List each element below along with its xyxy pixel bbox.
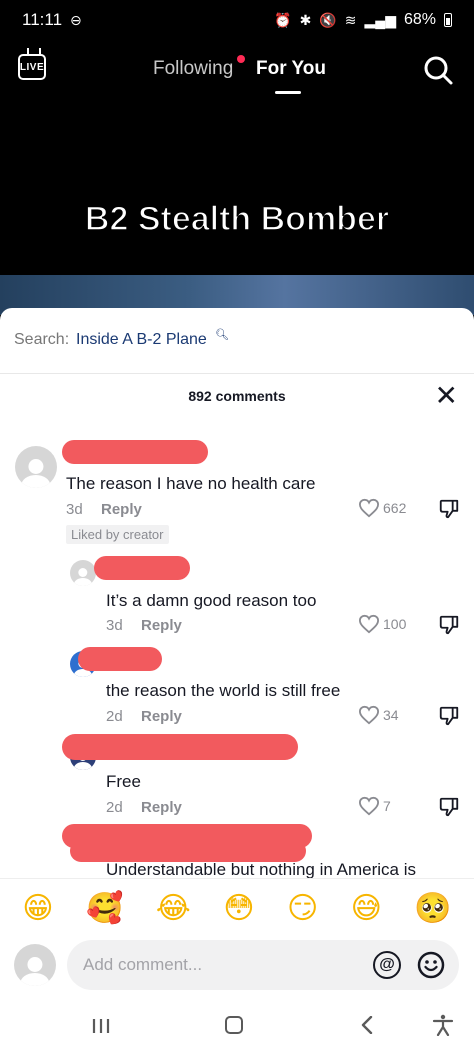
search-suggestion[interactable]: Search: Inside A B-2 Plane 🔍︎ (0, 308, 474, 374)
heart-icon (358, 498, 380, 518)
top-nav: LIVE Following For You (0, 40, 474, 100)
home-icon[interactable] (225, 1016, 243, 1034)
comment-text: the reason the world is still free (106, 681, 341, 700)
comment-text: It’s a damn good reason too (106, 591, 317, 610)
redacted-username (62, 734, 298, 760)
like-count: 7 (383, 798, 391, 814)
like-button[interactable]: 34 (358, 705, 399, 725)
mute-icon: 🔇 (319, 11, 337, 28)
alarm-icon: ⏰ (274, 11, 292, 28)
sync-icon: ⊖ (70, 11, 82, 28)
comment-age: 3d (106, 617, 123, 634)
emoji-quick-bar: 😁 🥰 😂 😳 😏 😅 🥺 (0, 878, 474, 938)
comment-text: The reason I have no health care (66, 474, 316, 493)
liked-by-creator-badge: Liked by creator (66, 525, 169, 544)
avatar[interactable] (14, 944, 56, 986)
dislike-icon[interactable] (438, 796, 460, 818)
avatar[interactable] (70, 560, 96, 586)
mention-icon[interactable]: @ (373, 951, 401, 979)
live-icon[interactable]: LIVE (18, 54, 46, 80)
reply-button[interactable]: Reply (101, 501, 142, 518)
emoji-sweat-smile-icon[interactable]: 😅 (351, 893, 382, 924)
heart-icon (358, 796, 380, 816)
comment-text: Free (106, 772, 141, 791)
comment-age: 2d (106, 799, 123, 816)
search-prefix: Search: (14, 331, 70, 348)
accessibility-icon[interactable] (432, 1014, 454, 1036)
reply-button[interactable]: Reply (141, 799, 182, 816)
like-button[interactable]: 100 (358, 614, 406, 634)
bluetooth-icon: ✱ (299, 11, 312, 28)
reply-button[interactable]: Reply (141, 617, 182, 634)
add-comment-input[interactable]: Add comment... @ (67, 940, 459, 990)
redacted-username (78, 647, 162, 671)
emoji-hearts-icon[interactable]: 🥰 (86, 893, 123, 924)
video-title-overlay: B2 Stealth Bomber (84, 199, 390, 239)
comment-item: Understandable but nothing in America is (0, 820, 474, 878)
redacted-username (94, 556, 190, 580)
dislike-icon[interactable] (438, 614, 460, 636)
heart-icon (358, 614, 380, 634)
like-button[interactable]: 662 (358, 498, 406, 518)
close-icon[interactable]: ✕ (435, 382, 458, 410)
dislike-icon[interactable] (438, 705, 460, 727)
emoji-grin-icon[interactable]: 😁 (22, 893, 53, 924)
redacted-username (62, 440, 208, 464)
dislike-icon[interactable] (438, 498, 460, 520)
live-label: LIVE (19, 61, 45, 73)
tab-for-you[interactable]: For You (256, 58, 326, 80)
back-icon[interactable] (360, 1016, 374, 1034)
emoji-joy-icon[interactable]: 😂 (156, 893, 191, 924)
avatar[interactable] (15, 446, 57, 488)
like-count: 34 (383, 707, 399, 723)
active-tab-indicator (275, 91, 301, 94)
emoji-picker-icon[interactable] (417, 951, 445, 979)
battery-percent: 68% (403, 11, 436, 28)
status-time: 11:11 (22, 10, 63, 29)
emoji-smirk-icon[interactable]: 😏 (287, 893, 318, 924)
comments-count: 892 comments (188, 388, 286, 404)
comment-age: 3d (66, 501, 83, 518)
wifi-icon: ≋ (344, 11, 357, 28)
comment-age: 2d (106, 708, 123, 725)
comment-text: Understandable but nothing in America is (106, 860, 416, 878)
like-count: 100 (383, 616, 407, 632)
search-term-link[interactable]: Inside A B-2 Plane (76, 331, 207, 349)
status-bar: 11:11 ⊖ ⏰ ✱ 🔇 ≋ ▂▄▆ 68% (0, 0, 474, 40)
add-comment-row: Add comment... @ (0, 938, 474, 998)
emoji-pleading-icon[interactable]: 🥺 (414, 893, 451, 924)
recent-apps-icon[interactable] (92, 1018, 110, 1034)
redacted-username (70, 840, 306, 862)
signal-icon: ▂▄▆ (364, 11, 396, 28)
like-button[interactable]: 7 (358, 796, 391, 816)
heart-icon (358, 705, 380, 725)
emoji-flushed-icon[interactable]: 😳 (223, 893, 254, 924)
search-small-icon: 🔍︎ (215, 329, 229, 341)
notification-dot (237, 55, 245, 63)
search-icon[interactable] (422, 54, 454, 86)
like-count: 662 (383, 500, 407, 516)
reply-button[interactable]: Reply (141, 708, 182, 725)
tab-following[interactable]: Following (153, 58, 233, 80)
battery-icon (444, 13, 452, 27)
add-comment-placeholder: Add comment... (83, 955, 203, 974)
system-nav-bar (0, 998, 474, 1053)
